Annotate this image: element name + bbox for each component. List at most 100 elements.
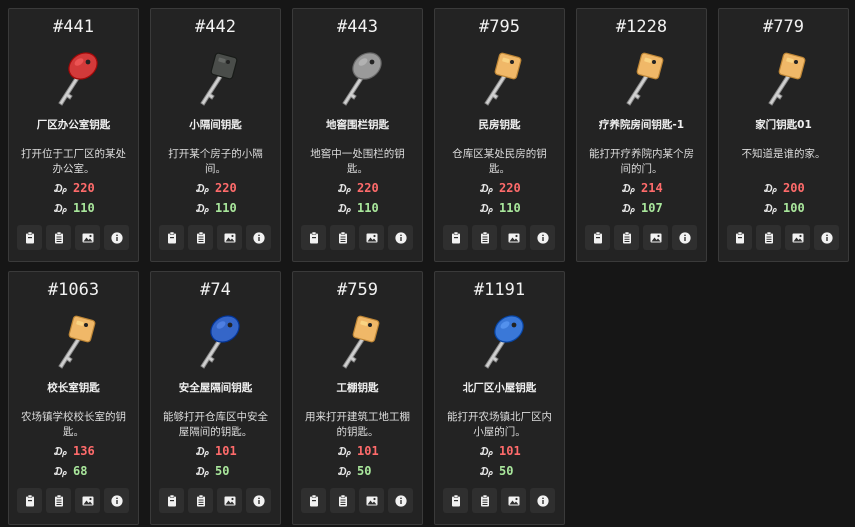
key-card: #1063 校长室钥匙 农场镇学校校长室的钥匙。 ₯ 136 ₯ 68 [8,271,139,525]
list-clipboard-button[interactable] [188,225,213,250]
currency-icon: ₯ [195,465,211,478]
item-name: 疗养院房间钥匙-1 [598,119,685,131]
list-clipboard-icon [196,494,205,506]
info-button[interactable] [246,225,271,250]
list-clipboard-button[interactable] [614,225,639,250]
item-id: #74 [200,280,231,300]
item-description: 打开位于工厂区的某处办公室。 [21,148,126,175]
sell-price: ₯ 220 [337,181,379,195]
item-description: 打开某个房子的小隔间。 [168,148,263,175]
key-card: #443 地窖围栏钥匙 地窖中一处围栏的钥匙。 ₯ 220 ₯ 110 [292,8,423,262]
clipboard-button[interactable] [301,488,326,513]
image-button[interactable] [75,225,100,250]
clipboard-button[interactable] [159,225,184,250]
info-icon [252,231,265,244]
image-button[interactable] [359,488,384,513]
item-id: #759 [337,280,378,300]
list-clipboard-icon [338,231,347,243]
currency-icon: ₯ [337,445,353,458]
buy-price: ₯ 68 [53,464,88,478]
sell-price: ₯ 136 [53,444,95,458]
clipboard-button[interactable] [159,488,184,513]
clipboard-icon [167,231,176,243]
image-button[interactable] [643,225,668,250]
info-button[interactable] [672,225,697,250]
clipboard-button[interactable] [727,225,752,250]
key-card: #779 家门钥匙01 不知道是谁的家。 ₯ 200 ₯ 100 [718,8,849,262]
buy-price: ₯ 110 [195,201,237,215]
clipboard-icon [451,494,460,506]
buy-price: ₯ 50 [337,464,372,478]
info-button[interactable] [246,488,271,513]
list-clipboard-button[interactable] [756,225,781,250]
list-clipboard-icon [764,231,773,243]
list-clipboard-button[interactable] [188,488,213,513]
image-button[interactable] [75,488,100,513]
image-icon [366,496,377,505]
sell-price: ₯ 101 [479,444,521,458]
info-button[interactable] [388,225,413,250]
buy-price: ₯ 110 [479,201,521,215]
sell-price: ₯ 220 [479,181,521,195]
key-card: #795 民房钥匙 仓库区某处民房的钥匙。 ₯ 220 ₯ 110 [434,8,565,262]
clipboard-button[interactable] [301,225,326,250]
sell-price: ₯ 214 [621,181,663,195]
clipboard-icon [309,494,318,506]
currency-icon: ₯ [53,182,69,195]
currency-icon: ₯ [53,202,69,215]
buy-price: ₯ 107 [621,201,663,215]
image-button[interactable] [359,225,384,250]
list-clipboard-button[interactable] [330,225,355,250]
image-button[interactable] [501,488,526,513]
clipboard-button[interactable] [443,225,468,250]
image-button[interactable] [785,225,810,250]
info-button[interactable] [814,225,839,250]
list-clipboard-button[interactable] [46,225,71,250]
key-icon [626,52,664,106]
currency-icon: ₯ [53,465,69,478]
info-button[interactable] [104,488,129,513]
item-description: 能打开疗养院内某个房间的门。 [589,148,694,175]
list-clipboard-icon [622,231,631,243]
info-button[interactable] [530,488,555,513]
list-clipboard-button[interactable] [472,488,497,513]
card-actions [727,225,842,251]
list-clipboard-button[interactable] [46,488,71,513]
list-clipboard-icon [480,231,489,243]
list-clipboard-button[interactable] [472,225,497,250]
image-button[interactable] [217,488,242,513]
clipboard-button[interactable] [17,488,42,513]
key-icon [200,52,238,106]
item-id: #441 [53,17,94,37]
sell-price: ₯ 200 [763,181,805,195]
info-button[interactable] [530,225,555,250]
list-clipboard-button[interactable] [330,488,355,513]
card-actions [443,488,558,514]
item-id: #1191 [473,280,526,300]
card-actions [585,225,700,251]
key-icon [768,52,806,106]
key-card: #442 小隔间钥匙 打开某个房子的小隔间。 ₯ 220 ₯ 110 [150,8,281,262]
currency-icon: ₯ [479,202,495,215]
info-icon [110,494,123,507]
image-button[interactable] [501,225,526,250]
clipboard-button[interactable] [443,488,468,513]
buy-price: ₯ 110 [53,201,95,215]
clipboard-icon [25,494,34,506]
info-icon [252,494,265,507]
info-button[interactable] [388,488,413,513]
info-button[interactable] [104,225,129,250]
buy-price: ₯ 50 [195,464,230,478]
image-button[interactable] [217,225,242,250]
clipboard-button[interactable] [17,225,42,250]
currency-icon: ₯ [479,182,495,195]
currency-icon: ₯ [479,445,495,458]
card-actions [301,488,416,514]
clipboard-button[interactable] [585,225,610,250]
currency-icon: ₯ [763,182,779,195]
image-icon [82,496,93,505]
item-id: #779 [763,17,804,37]
item-description: 不知道是谁的家。 [741,148,826,160]
key-icon [342,315,380,369]
key-icon [58,52,98,106]
